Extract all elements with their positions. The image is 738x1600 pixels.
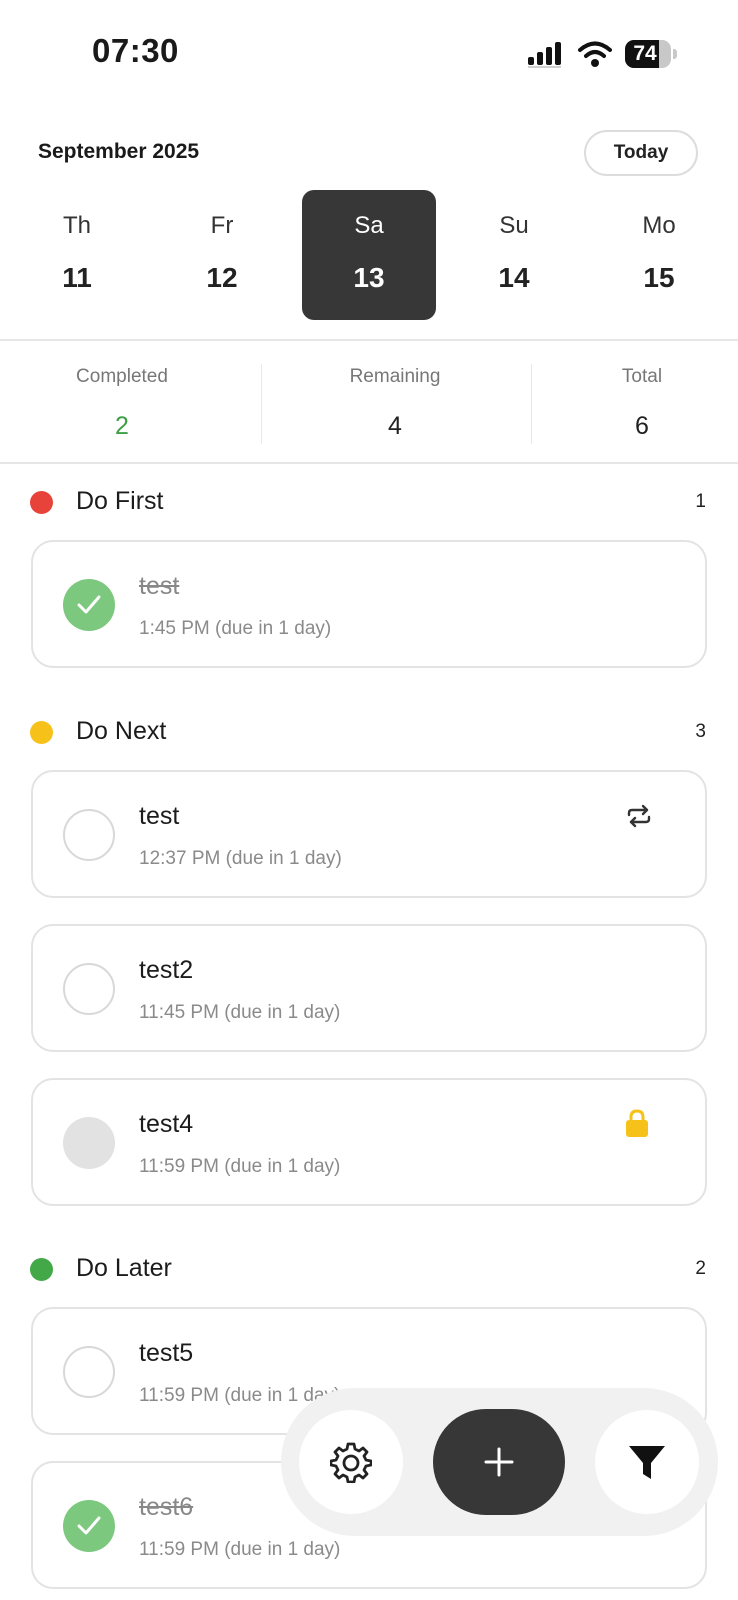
section-header-do-first: Do First 1 [0, 483, 738, 523]
day-thursday[interactable]: Th 11 [10, 190, 144, 320]
day-date: 13 [353, 262, 385, 293]
section-count: 2 [695, 1258, 706, 1279]
repeat-icon [627, 804, 651, 828]
status-bar: 07:30 74 [0, 0, 738, 100]
task-due: 11:59 PM (due in 1 day) [139, 1156, 341, 1177]
stat-remaining: Remaining 4 [273, 342, 517, 462]
day-date: 11 [62, 262, 92, 293]
task-checkbox[interactable] [63, 1500, 115, 1552]
section-header-do-later: Do Later 2 [0, 1250, 738, 1290]
day-sunday[interactable]: Su 14 [447, 190, 581, 320]
plus-icon [484, 1447, 514, 1477]
section-header-do-next: Do Next 3 [0, 713, 738, 753]
task-card[interactable]: test4 11:59 PM (due in 1 day) [31, 1078, 707, 1206]
stat-total: Total 6 [520, 342, 738, 462]
section-count: 3 [695, 721, 706, 742]
task-title: test [139, 572, 180, 600]
divider [0, 462, 738, 464]
priority-dot [30, 491, 53, 514]
check-icon [77, 1516, 101, 1535]
task-due: 12:37 PM (due in 1 day) [139, 848, 342, 869]
day-monday[interactable]: Mo 15 [592, 190, 726, 320]
gear-icon [330, 1442, 372, 1483]
task-checkbox[interactable] [63, 963, 115, 1015]
day-name: Th [62, 212, 91, 239]
day-name: Fr [210, 212, 234, 239]
task-checkbox-locked [63, 1117, 115, 1169]
stat-label: Total [621, 366, 663, 387]
stat-label: Remaining [349, 366, 441, 387]
day-name: Sa [354, 212, 384, 239]
filter-icon [629, 1446, 665, 1479]
section-title: Do Later [76, 1254, 172, 1282]
task-due: 11:59 PM (due in 1 day) [139, 1539, 341, 1560]
week-strip: Th 11 Fr 12 Sa 13 Su 14 Mo 15 [0, 190, 738, 322]
divider [0, 339, 738, 341]
battery-indicator: 74 [625, 40, 677, 68]
lock-icon [626, 1109, 648, 1137]
filter-button[interactable] [595, 1410, 699, 1514]
task-checkbox[interactable] [63, 579, 115, 631]
task-card[interactable]: test2 11:45 PM (due in 1 day) [31, 924, 707, 1052]
task-title: test5 [139, 1339, 194, 1367]
add-task-button[interactable] [433, 1409, 565, 1515]
day-date: 12 [206, 262, 238, 293]
today-button[interactable]: Today [584, 130, 698, 176]
day-date: 14 [498, 262, 530, 293]
floating-toolbar [281, 1388, 718, 1536]
task-title: test4 [139, 1110, 194, 1138]
task-due: 11:45 PM (due in 1 day) [139, 1002, 341, 1023]
stat-completed: Completed 2 [0, 342, 244, 462]
day-friday[interactable]: Fr 12 [155, 190, 289, 320]
month-title: September 2025 [38, 140, 200, 163]
day-saturday[interactable]: Sa 13 [302, 190, 436, 320]
section-title: Do Next [76, 717, 167, 745]
task-title: test6 [139, 1493, 194, 1521]
task-title: test [139, 802, 180, 830]
priority-dot [30, 1258, 53, 1281]
settings-button[interactable] [299, 1410, 403, 1514]
priority-dot [30, 721, 53, 744]
cellular-signal-icon [528, 42, 561, 68]
task-card[interactable]: test 1:45 PM (due in 1 day) [31, 540, 707, 668]
stats-summary: Completed 2 Remaining 4 Total 6 [0, 342, 738, 462]
battery-level: 74 [633, 42, 657, 65]
status-time: 07:30 [92, 32, 179, 69]
check-icon [77, 595, 101, 614]
day-name: Mo [642, 212, 676, 239]
stat-value: 4 [388, 412, 402, 440]
day-name: Su [499, 212, 529, 239]
section-title: Do First [76, 487, 164, 515]
wifi-icon [578, 41, 612, 67]
stat-value: 6 [635, 412, 649, 440]
task-checkbox[interactable] [63, 1346, 115, 1398]
task-card[interactable]: test 12:37 PM (due in 1 day) [31, 770, 707, 898]
stat-label: Completed [76, 366, 168, 387]
section-count: 1 [695, 491, 706, 512]
stat-value: 2 [115, 412, 129, 440]
task-due: 1:45 PM (due in 1 day) [139, 618, 332, 639]
task-checkbox[interactable] [63, 809, 115, 861]
day-date: 15 [643, 262, 675, 293]
task-title: test2 [139, 956, 194, 984]
